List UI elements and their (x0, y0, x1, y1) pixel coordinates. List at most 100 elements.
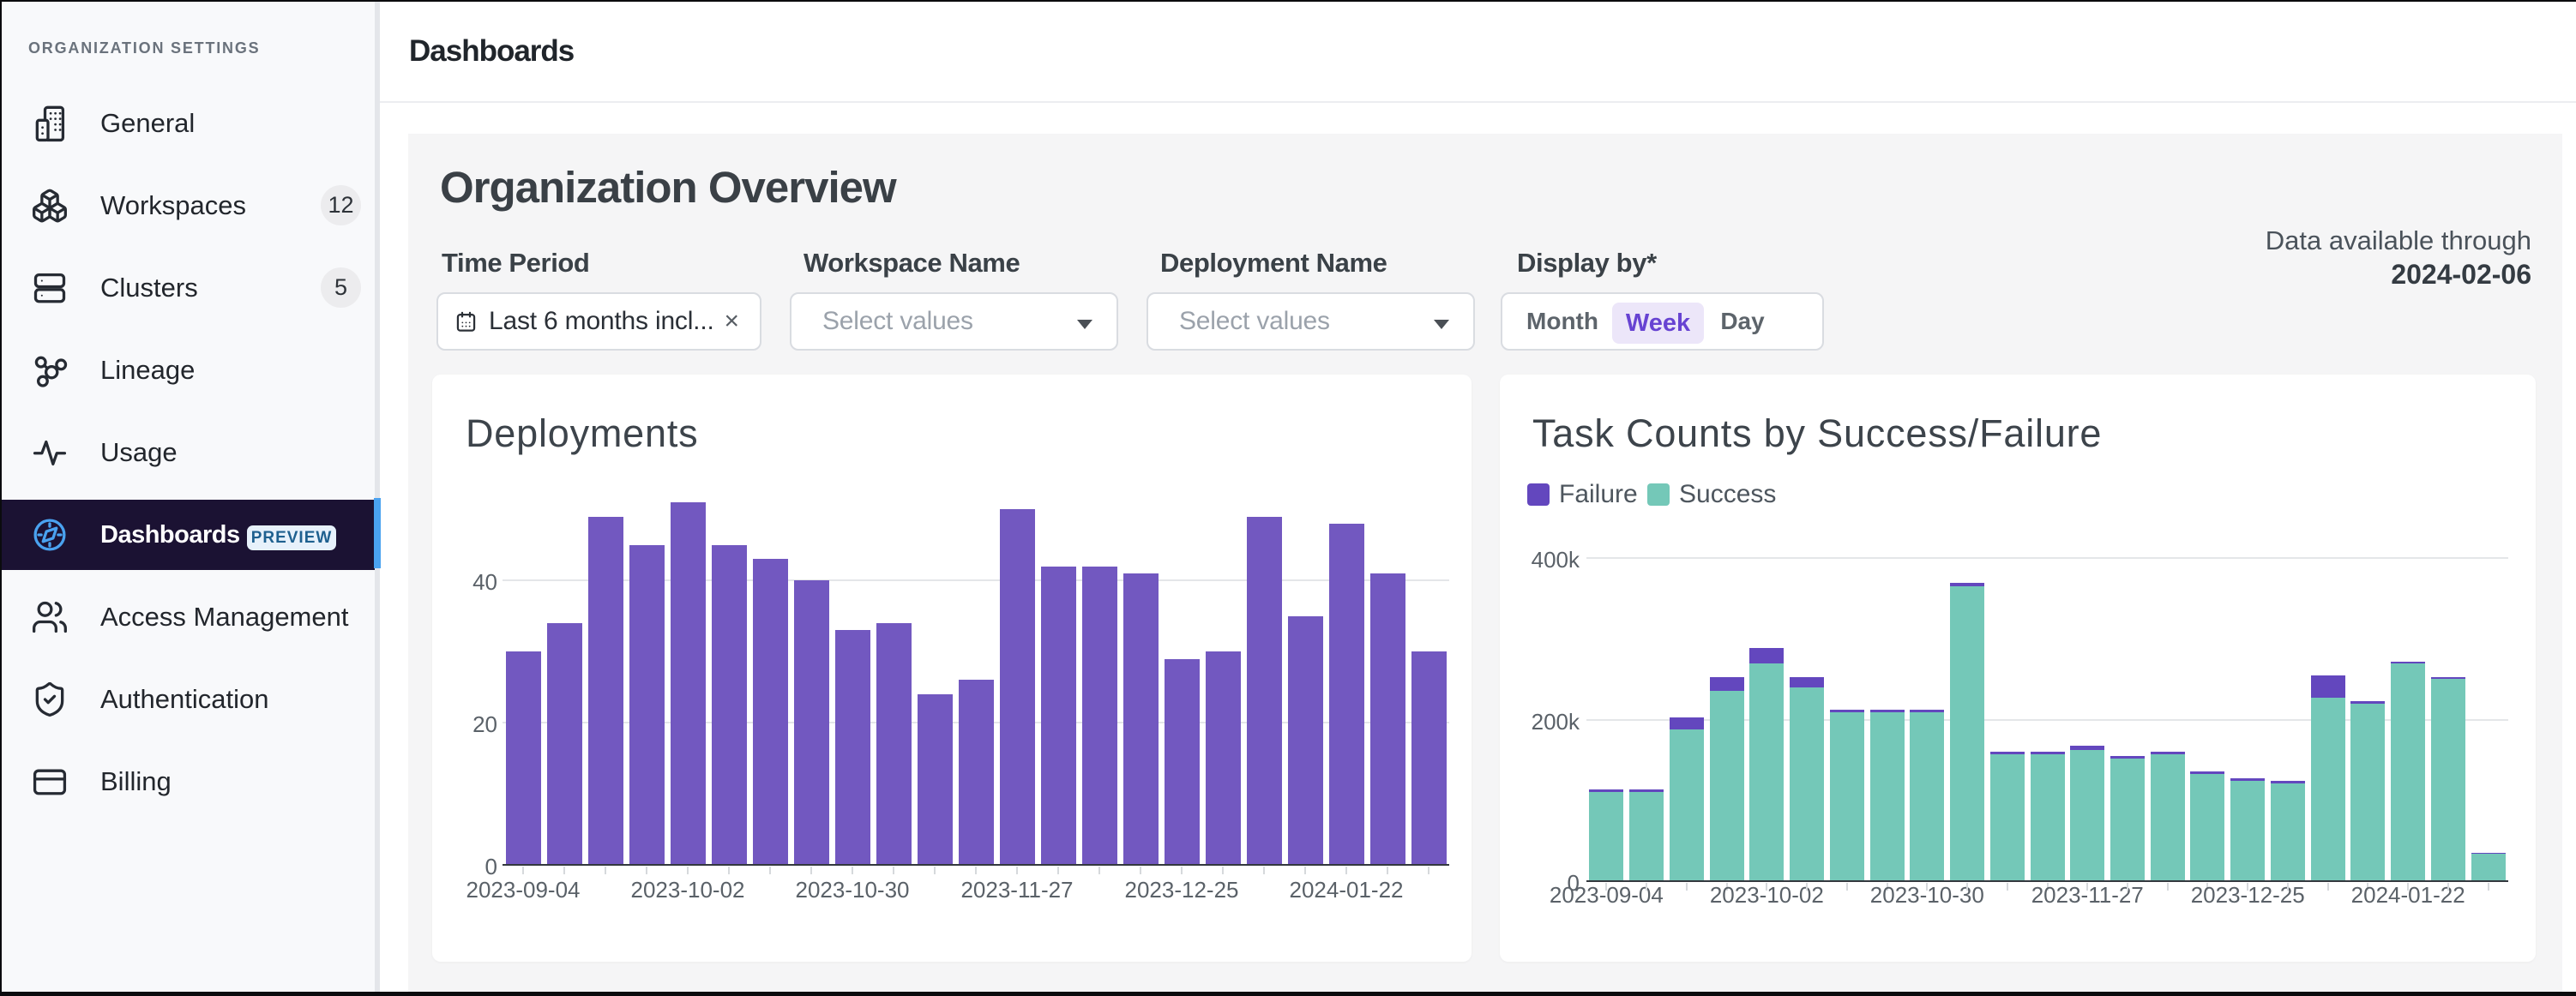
x-axis-tick (563, 867, 565, 874)
sidebar-item-label: Access Management (100, 582, 348, 652)
window-border-bottom (0, 992, 2576, 996)
deployments-bar (794, 580, 829, 865)
display-by-segmented-control: Month Week Day (1501, 292, 1824, 351)
x-axis-label: 2023-11-27 (923, 877, 1111, 903)
deployments-bar (1000, 509, 1035, 865)
sidebar-item-clusters[interactable]: Clusters5 (2, 253, 376, 323)
sidebar-item-label: Dashboards (100, 500, 240, 570)
sidebar-item-workspaces[interactable]: Workspaces12 (2, 171, 376, 241)
legend-failure-swatch[interactable] (1527, 483, 1550, 506)
sidebar-section-title: ORGANIZATION SETTINGS (28, 39, 260, 57)
sidebar-item-authentication[interactable]: Authentication (2, 664, 376, 735)
clear-time-period-icon[interactable]: × (724, 294, 739, 349)
page-header (380, 2, 2576, 103)
sidebar-item-lineage[interactable]: Lineage (2, 335, 376, 405)
success-bar (1870, 712, 1905, 881)
display-by-day-option[interactable]: Day (1708, 294, 1777, 349)
success-bar (1950, 586, 1984, 881)
success-bar (1749, 663, 1784, 881)
sidebar-item-usage[interactable]: Usage (2, 417, 376, 488)
success-bar (2190, 774, 2224, 881)
x-axis-tick (1345, 867, 1347, 874)
x-axis-tick (934, 867, 936, 874)
sidebar-item-label: General (100, 88, 195, 159)
x-axis-tick (2488, 883, 2489, 891)
deployments-bar (1123, 573, 1159, 865)
failure-bar (1870, 710, 1905, 712)
sidebar-item-label: Clusters (100, 253, 198, 323)
x-axis-tick (1304, 867, 1306, 874)
sidebar-item-billing[interactable]: Billing (2, 747, 376, 817)
success-bar (1990, 754, 2025, 881)
x-axis-tick (810, 867, 812, 874)
time-period-input[interactable]: Last 6 months incl... × (436, 292, 761, 351)
y-axis-label: 40 (394, 569, 497, 596)
display-by-label: Display by* (1517, 248, 1657, 279)
failure-bar (2471, 853, 2506, 854)
success-bar (2391, 663, 2425, 881)
failure-bar (2230, 778, 2265, 781)
required-asterisk: * (1646, 248, 1657, 278)
page-title: Dashboards (409, 34, 574, 69)
dropdown-caret-icon (1077, 320, 1092, 329)
failure-bar (1830, 710, 1864, 712)
legend-success-swatch[interactable] (1647, 483, 1670, 506)
x-axis-line (503, 864, 1449, 866)
success-bar (1629, 792, 1664, 881)
deployment-name-placeholder: Select values (1179, 294, 1330, 349)
deployments-bar (1411, 651, 1447, 865)
deployments-bar (506, 651, 541, 865)
failure-bar (2271, 781, 2305, 783)
deployments-bar (629, 545, 665, 865)
graph-nodes-icon (31, 351, 69, 389)
y-axis-label: 400k (1477, 547, 1580, 573)
x-axis-tick (1966, 883, 1968, 891)
deployments-bar (753, 559, 788, 865)
selected-item-accent-bar (374, 498, 381, 568)
x-axis-tick (852, 867, 853, 874)
time-period-value: Last 6 months incl... (489, 294, 714, 349)
success-bar (1710, 691, 1744, 881)
building-icon (31, 105, 69, 142)
deployments-bar (1206, 651, 1241, 865)
data-available-through: Data available through 2024-02-06 (2017, 225, 2531, 291)
sidebar-item-general[interactable]: General (2, 88, 376, 159)
deployments-bar (1247, 517, 1282, 865)
x-axis-tick (1140, 867, 1141, 874)
credit-card-icon (31, 763, 69, 801)
x-axis-label: 2023-12-25 (1087, 877, 1276, 903)
x-axis-tick (2447, 883, 2449, 891)
workspace-name-placeholder: Select values (822, 294, 973, 349)
x-axis-tick (1181, 867, 1183, 874)
workspace-name-select[interactable]: Select values (790, 292, 1118, 351)
display-by-week-option[interactable]: Week (1612, 303, 1704, 344)
success-bar (2230, 781, 2265, 881)
legend-success-label[interactable]: Success (1679, 482, 1776, 507)
task-counts-chart-title: Task Counts by Success/Failure (1532, 411, 2102, 456)
x-axis-tick (646, 867, 647, 874)
legend-failure-label[interactable]: Failure (1559, 482, 1638, 507)
success-bar (2110, 759, 2145, 881)
x-axis-tick (687, 867, 689, 874)
x-axis-tick (1098, 867, 1100, 874)
success-bar (2151, 754, 2185, 881)
failure-bar (1749, 648, 1784, 663)
failure-bar (1589, 789, 1623, 792)
display-by-month-option[interactable]: Month (1518, 294, 1607, 349)
failure-bar (2391, 662, 2425, 664)
x-axis-label: 2024-01-22 (1252, 877, 1441, 903)
deployment-name-select[interactable]: Select values (1147, 292, 1475, 351)
sidebar-item-dashboards[interactable]: DashboardsPREVIEW (2, 500, 376, 570)
sidebar-item-label: Lineage (100, 335, 195, 405)
deployments-bar (547, 623, 582, 865)
x-axis-line (1586, 880, 2508, 882)
failure-bar (2350, 701, 2385, 704)
success-bar (2271, 783, 2305, 881)
data-available-label: Data available through (2017, 225, 2531, 257)
sidebar-item-label: Billing (100, 747, 172, 817)
success-bar (2431, 679, 2465, 881)
sidebar-item-label: Workspaces (100, 171, 246, 241)
x-axis-tick (605, 867, 606, 874)
sidebar-item-access-management[interactable]: Access Management (2, 582, 376, 652)
activity-icon (31, 434, 69, 471)
